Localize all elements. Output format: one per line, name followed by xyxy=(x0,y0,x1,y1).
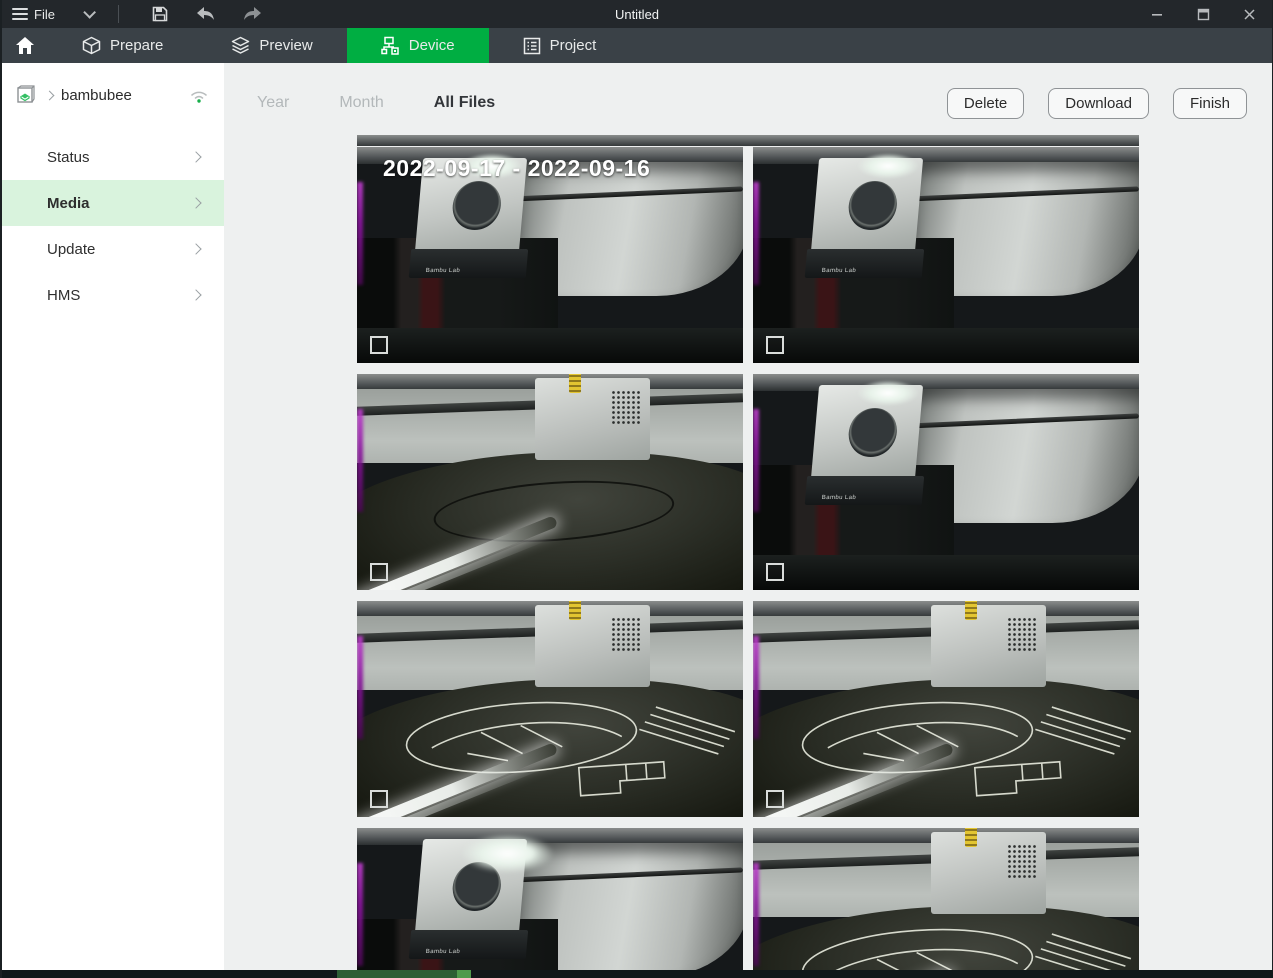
save-icon xyxy=(151,5,169,23)
photo-toolhead xyxy=(931,605,1047,687)
photo-purple-glow xyxy=(753,182,759,286)
app-window: File Untitled xyxy=(0,0,1273,978)
project-icon xyxy=(523,37,541,55)
media-thumbnail[interactable]: Bambu Lab xyxy=(357,828,743,978)
sidebar-item-label: Status xyxy=(47,149,90,166)
home-icon xyxy=(15,36,35,55)
photo-floor xyxy=(753,555,1139,590)
toolbar-divider xyxy=(118,5,119,23)
photo-toolhead xyxy=(535,378,651,460)
undo-icon xyxy=(196,6,216,22)
photo-led-glare xyxy=(461,834,554,873)
sidebar-item-hms[interactable]: HMS xyxy=(2,272,224,318)
title-bar: File Untitled xyxy=(2,0,1272,28)
redo-button[interactable] xyxy=(241,4,263,24)
media-thumbnail[interactable]: Bambu Lab xyxy=(753,374,1139,590)
photo-first-layer-pattern xyxy=(768,914,1139,978)
media-thumbnail[interactable]: Bambu Lab xyxy=(753,147,1139,363)
media-thumbnail[interactable]: Bambu Lab xyxy=(357,601,743,817)
tab-device[interactable]: Device xyxy=(347,28,489,63)
window-title: Untitled xyxy=(2,7,1272,22)
photo-purple-glow xyxy=(753,409,759,513)
device-sidebar: bambubee Status Media Update xyxy=(2,63,224,970)
media-grid-wrap: Bambu Lab 2022-09-17 - 2022-09-16 xyxy=(357,135,1139,978)
save-button[interactable] xyxy=(149,4,171,24)
file-menu[interactable]: File xyxy=(34,7,55,22)
thumbnail-checkbox[interactable] xyxy=(370,790,388,808)
printer-selector[interactable]: bambubee xyxy=(2,75,224,115)
chevron-right-icon xyxy=(190,151,201,162)
photo-floor xyxy=(357,328,743,363)
sidebar-item-status[interactable]: Status xyxy=(2,134,224,180)
photo-purple-glow xyxy=(753,636,759,740)
media-thumbnail[interactable]: Bambu Lab xyxy=(753,828,1139,978)
filter-all-files[interactable]: All Files xyxy=(434,94,495,112)
toolhead-brand-label: Bambu Lab xyxy=(425,268,460,274)
sidebar-item-label: HMS xyxy=(47,287,80,304)
filter-year[interactable]: Year xyxy=(257,94,289,112)
delete-button[interactable]: Delete xyxy=(947,88,1024,119)
media-thumbnail[interactable]: Bambu Lab 2022-09-17 - 2022-09-16 xyxy=(357,147,743,363)
sidebar-item-label: Media xyxy=(47,195,90,212)
thumbnail-checkbox[interactable] xyxy=(766,790,784,808)
thumbnail-checkbox[interactable] xyxy=(370,336,388,354)
thumbnail-checkbox[interactable] xyxy=(766,563,784,581)
undo-button[interactable] xyxy=(195,4,217,24)
photo-floor xyxy=(753,328,1139,363)
toolhead-brand-label: Bambu Lab xyxy=(821,268,856,274)
hamburger-menu-icon[interactable] xyxy=(12,8,28,20)
device-icon xyxy=(381,36,400,55)
photo-purple-glow xyxy=(357,636,363,740)
filter-month[interactable]: Month xyxy=(339,94,383,112)
photo-purple-glow xyxy=(753,863,759,967)
toolhead-brand-label: Bambu Lab xyxy=(425,949,460,955)
chevron-right-icon xyxy=(190,197,201,208)
media-grid: Bambu Lab 2022-09-17 - 2022-09-16 xyxy=(357,146,1139,978)
tab-home[interactable] xyxy=(2,28,48,63)
tab-label: Device xyxy=(409,37,455,54)
preview-icon xyxy=(231,36,250,55)
main-tab-bar: Prepare Preview Device Projec xyxy=(2,28,1272,63)
tab-label: Prepare xyxy=(110,37,163,54)
sidebar-item-label: Update xyxy=(47,241,95,258)
close-button[interactable] xyxy=(1226,0,1272,28)
date-range-overlay: 2022-09-17 - 2022-09-16 xyxy=(383,155,650,182)
tab-preview[interactable]: Preview xyxy=(197,28,346,63)
tab-label: Project xyxy=(550,37,597,54)
redo-icon xyxy=(242,6,262,22)
minimize-button[interactable] xyxy=(1134,0,1180,28)
toolhead-brand-label: Bambu Lab xyxy=(821,495,856,501)
photo-purple-glow xyxy=(357,182,363,286)
media-thumbnail[interactable]: Bambu Lab xyxy=(357,374,743,590)
photo-purple-glow xyxy=(357,863,363,967)
wifi-icon xyxy=(188,87,210,104)
download-button[interactable]: Download xyxy=(1048,88,1149,119)
tab-label: Preview xyxy=(259,37,312,54)
finish-button[interactable]: Finish xyxy=(1173,88,1247,119)
previous-row-edge xyxy=(357,135,1139,146)
photo-toolhead xyxy=(535,605,651,687)
printer-icon xyxy=(16,85,36,105)
sidebar-item-media[interactable]: Media xyxy=(2,180,224,226)
thumbnail-checkbox[interactable] xyxy=(370,563,388,581)
photo-toolhead xyxy=(931,832,1047,914)
window-bottom-edge xyxy=(2,970,1273,978)
thumbnail-checkbox[interactable] xyxy=(766,336,784,354)
media-panel: Year Month All Files Delete Download Fin… xyxy=(224,63,1272,970)
tab-project[interactable]: Project xyxy=(489,28,631,63)
sidebar-item-update[interactable]: Update xyxy=(2,226,224,272)
photo-purple-glow xyxy=(357,409,363,513)
media-header: Year Month All Files Delete Download Fin… xyxy=(224,63,1272,121)
media-thumbnail[interactable]: Bambu Lab xyxy=(753,601,1139,817)
chevron-right-icon xyxy=(190,243,201,254)
printer-breadcrumb-chevron xyxy=(45,90,55,100)
chevron-down-icon[interactable] xyxy=(83,6,96,19)
prepare-icon xyxy=(82,36,101,55)
chevron-right-icon xyxy=(190,289,201,300)
printer-name: bambubee xyxy=(61,87,132,104)
maximize-button[interactable] xyxy=(1180,0,1226,28)
tab-prepare[interactable]: Prepare xyxy=(48,28,197,63)
